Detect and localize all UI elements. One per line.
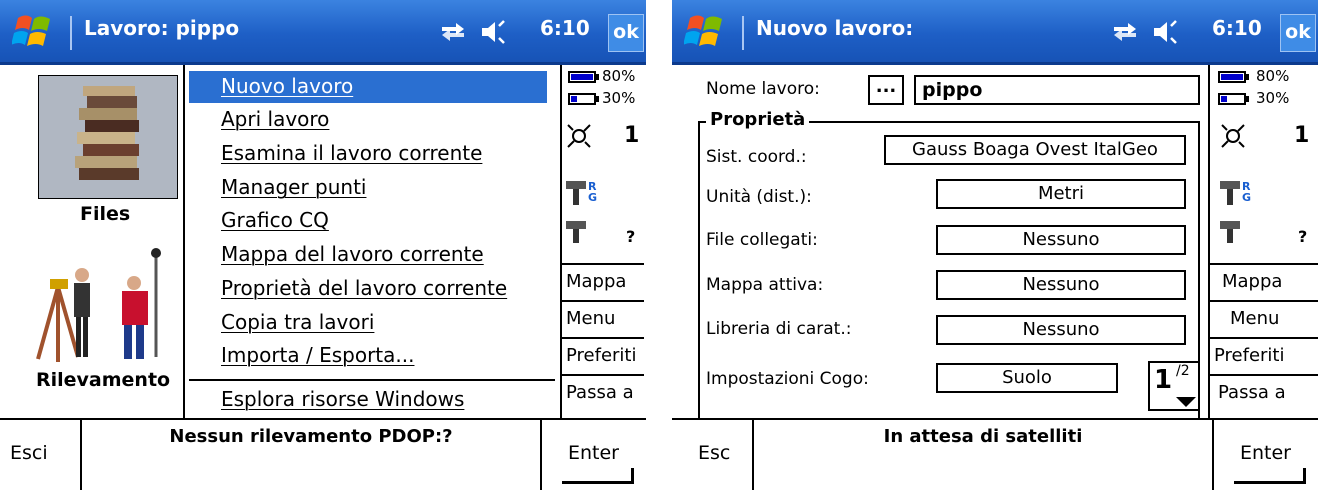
file-collegati-field[interactable]: Nessuno bbox=[936, 225, 1186, 255]
menu-item-nuovo-lavoro[interactable]: Nuovo lavoro bbox=[221, 74, 353, 98]
bottom-bar: Esci Nessun rilevamento PDOP:? Enter bbox=[0, 418, 646, 490]
cogo-label: Impostazioni Cogo: bbox=[706, 369, 869, 389]
enter-tick bbox=[631, 468, 634, 484]
files-label: Files bbox=[80, 203, 131, 225]
ok-button[interactable]: ok bbox=[608, 14, 644, 52]
proprieta-group-label: Proprietà bbox=[706, 109, 810, 130]
libreria-label: Libreria di carat.: bbox=[706, 319, 852, 339]
job-menu: Nuovo lavoro Apri lavoro Esamina il lavo… bbox=[183, 65, 557, 418]
enter-label: Enter bbox=[568, 442, 619, 464]
browse-button[interactable]: ... bbox=[868, 75, 904, 105]
menu-item-mappa-lavoro[interactable]: Mappa del lavoro corrente bbox=[221, 242, 484, 266]
page-down-arrow-icon bbox=[1176, 397, 1196, 407]
title-bar: Nuovo lavoro: 6:10 ok bbox=[672, 0, 1318, 65]
enter-underline bbox=[1234, 481, 1306, 484]
menu-item-proprieta-lavoro[interactable]: Proprietà del lavoro corrente bbox=[221, 276, 507, 300]
window-title: Lavoro: pippo bbox=[84, 16, 240, 40]
esci-label: Esci bbox=[10, 442, 48, 464]
enter-button[interactable]: Enter bbox=[540, 420, 646, 490]
battery-1-icon bbox=[1218, 71, 1246, 83]
status-panel: 80% 30% 1 RG ? Mappa Menu Preferiti Pass… bbox=[1208, 65, 1318, 418]
esc-label: Esc bbox=[698, 442, 731, 464]
windows-start-icon[interactable] bbox=[684, 10, 728, 54]
libreria-field[interactable]: Nessuno bbox=[936, 315, 1186, 345]
preferiti-button[interactable]: Preferiti bbox=[1210, 337, 1318, 374]
unknown-status: ? bbox=[626, 227, 636, 246]
mappa-attiva-field[interactable]: Nessuno bbox=[936, 270, 1186, 300]
satellite-count: 1 bbox=[1294, 123, 1310, 148]
menu-item-esamina-lavoro[interactable]: Esamina il lavoro corrente bbox=[221, 141, 482, 165]
page-indicator[interactable]: 1 /2 bbox=[1148, 361, 1200, 411]
file-collegati-label: File collegati: bbox=[706, 230, 818, 250]
battery-1-percent: 80% bbox=[1256, 67, 1290, 85]
battery-1-percent: 80% bbox=[602, 67, 636, 85]
ok-button[interactable]: ok bbox=[1280, 14, 1316, 52]
menu-button[interactable]: Menu bbox=[562, 300, 644, 337]
preferiti-button[interactable]: Preferiti bbox=[562, 337, 644, 374]
unita-label: Unità (dist.): bbox=[706, 187, 812, 207]
menu-divider bbox=[189, 379, 555, 381]
battery-2-percent: 30% bbox=[602, 89, 636, 107]
esc-button[interactable]: Esc bbox=[672, 420, 754, 490]
window-title: Nuovo lavoro: bbox=[756, 16, 914, 40]
menu-item-manager-punti[interactable]: Manager punti bbox=[221, 175, 366, 199]
battery-2-icon bbox=[1218, 93, 1246, 105]
menu-item-importa-esporta[interactable]: Importa / Esporta... bbox=[221, 343, 414, 367]
menu-item-grafico-cq[interactable]: Grafico CQ bbox=[221, 208, 329, 232]
clock[interactable]: 6:10 bbox=[1212, 16, 1262, 40]
nome-lavoro-input[interactable]: pippo bbox=[914, 75, 1200, 105]
rtk-badge: RG bbox=[588, 180, 598, 204]
title-separator bbox=[742, 16, 744, 50]
status-panel: 80% 30% 1 RG ? Mappa Menu Preferiti Pass… bbox=[560, 65, 644, 418]
menu-item-copia-lavori[interactable]: Copia tra lavori bbox=[221, 310, 374, 334]
battery-2-percent: 30% bbox=[1256, 89, 1290, 107]
mappa-attiva-label: Mappa attiva: bbox=[706, 275, 824, 295]
nome-lavoro-label: Nome lavoro: bbox=[706, 79, 820, 99]
menu-button[interactable]: Menu bbox=[1210, 300, 1318, 337]
menu-item-apri-lavoro[interactable]: Apri lavoro bbox=[221, 107, 329, 131]
clock[interactable]: 6:10 bbox=[540, 16, 590, 40]
files-books-icon bbox=[75, 86, 139, 180]
receiver-icon bbox=[1220, 221, 1240, 243]
cogo-field[interactable]: Suolo bbox=[936, 363, 1118, 393]
sist-coord-label: Sist. coord.: bbox=[706, 147, 807, 167]
passa-a-button[interactable]: Passa a bbox=[562, 374, 644, 411]
enter-label: Enter bbox=[1240, 442, 1291, 464]
satellite-icon bbox=[1221, 124, 1245, 148]
unknown-status: ? bbox=[1298, 227, 1308, 246]
status-message: In attesa di satelliti bbox=[883, 426, 1083, 447]
bottom-bar: Esc In attesa di satelliti Enter bbox=[672, 418, 1318, 490]
sist-coord-field[interactable]: Gauss Boaga Ovest ItalGeo bbox=[884, 135, 1186, 165]
battery-2-icon bbox=[568, 93, 596, 105]
passa-a-button[interactable]: Passa a bbox=[1210, 374, 1318, 411]
rilevamento-label: Rilevamento bbox=[36, 369, 171, 391]
enter-button[interactable]: Enter bbox=[1212, 420, 1318, 490]
title-separator bbox=[70, 16, 72, 50]
battery-1-icon bbox=[568, 71, 596, 83]
screen-job-menu: Lavoro: pippo 6:10 ok Files Rilevamento … bbox=[0, 0, 646, 490]
satellite-icon bbox=[567, 124, 591, 148]
satellite-count: 1 bbox=[624, 123, 640, 148]
rtk-badge: RG bbox=[1242, 180, 1252, 204]
receiver-icon bbox=[566, 221, 586, 243]
files-tile[interactable]: Files bbox=[0, 65, 183, 240]
enter-underline bbox=[562, 481, 634, 484]
menu-item-esplora-risorse[interactable]: Esplora risorse Windows bbox=[221, 387, 464, 411]
enter-tick bbox=[1303, 468, 1306, 484]
status-message: Nessun rilevamento PDOP:? bbox=[169, 426, 453, 447]
mappa-button[interactable]: Mappa bbox=[562, 263, 644, 300]
surveyors-icon bbox=[36, 248, 161, 362]
esci-button[interactable]: Esci bbox=[0, 420, 82, 490]
mappa-button[interactable]: Mappa bbox=[1210, 263, 1318, 300]
connectivity-volume-icon[interactable] bbox=[1110, 18, 1184, 46]
unita-field[interactable]: Metri bbox=[936, 179, 1186, 209]
windows-start-icon[interactable] bbox=[12, 10, 56, 54]
screen-new-job: Nuovo lavoro: 6:10 ok Nome lavoro: ... p… bbox=[672, 0, 1318, 490]
rilevamento-tile[interactable]: Rilevamento bbox=[0, 243, 183, 418]
page-current: 1 bbox=[1154, 365, 1173, 395]
files-tile-frame bbox=[38, 75, 178, 199]
connectivity-volume-icon[interactable] bbox=[438, 18, 512, 46]
page-total: /2 bbox=[1176, 363, 1190, 379]
title-bar: Lavoro: pippo 6:10 ok bbox=[0, 0, 646, 65]
